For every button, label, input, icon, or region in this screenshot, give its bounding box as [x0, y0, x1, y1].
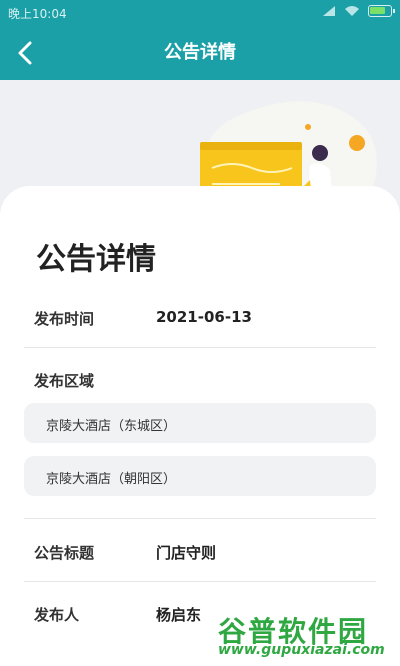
region-label: 发布区域 — [34, 372, 95, 390]
page-heading: 公告详情 — [36, 242, 156, 277]
site-watermark: 谷普软件园 www.gupuxiazai.com — [218, 610, 398, 660]
battery-icon — [368, 5, 395, 17]
status-bar: 晚上10:04 — [0, 0, 400, 26]
region-item-text: 京陵大酒店（朝阳区） — [46, 472, 177, 487]
region-item-text: 京陵大酒店（东城区） — [46, 419, 177, 434]
divider — [24, 518, 376, 519]
region-item: 京陵大酒店（东城区） — [24, 403, 376, 443]
status-icons — [322, 5, 395, 17]
wifi-icon — [345, 6, 359, 16]
publisher-value: 杨启东 — [156, 606, 202, 624]
watermark-url: www.gupuxiazai.com — [218, 642, 385, 658]
publish-time-label: 发布时间 — [34, 310, 95, 328]
signal-icon — [323, 6, 335, 16]
region-item: 京陵大酒店（朝阳区） — [24, 456, 376, 496]
status-time: 晚上10:04 — [8, 7, 67, 21]
notice-title-row: 公告标题 门店守则 — [24, 522, 376, 582]
app-header: 公告详情 — [0, 26, 400, 80]
publish-time-row: 发布时间 2021-06-13 — [24, 288, 376, 348]
notice-title-label: 公告标题 — [34, 544, 95, 562]
notice-title-value: 门店守则 — [156, 544, 217, 562]
page-title: 公告详情 — [164, 42, 236, 63]
publish-time-value: 2021-06-13 — [156, 308, 252, 326]
publisher-label: 发布人 — [34, 606, 80, 624]
